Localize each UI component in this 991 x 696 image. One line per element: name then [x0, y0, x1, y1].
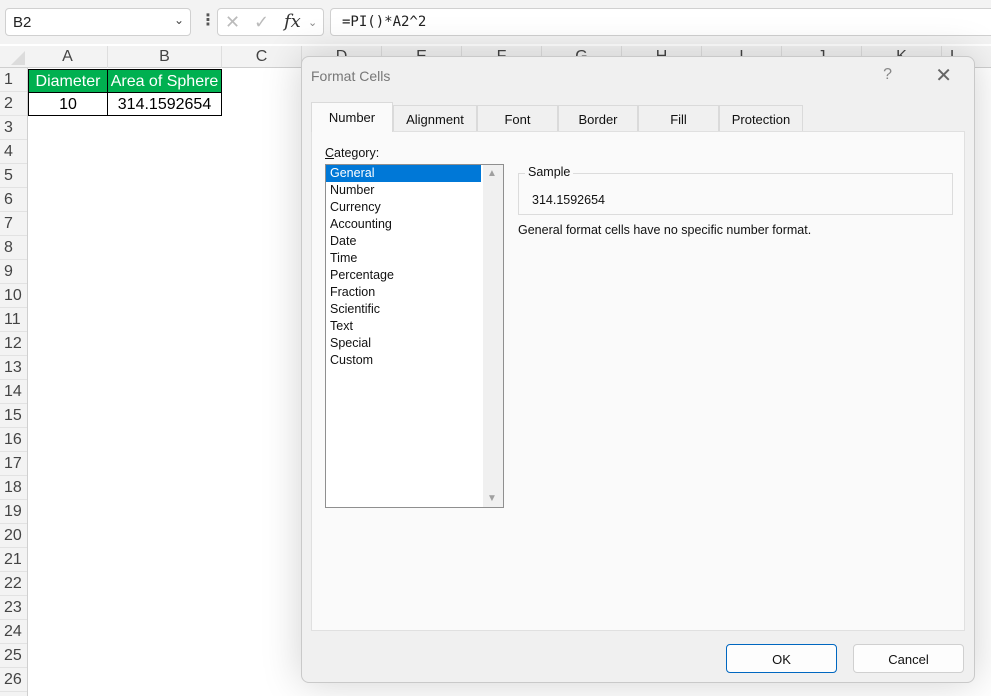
sample-value: 314.1592654	[532, 193, 605, 207]
row-header-24[interactable]: 24	[0, 620, 27, 644]
category-item-special[interactable]: Special	[326, 335, 481, 352]
row-header-16[interactable]: 16	[0, 428, 27, 452]
row-header-25[interactable]: 25	[0, 644, 27, 668]
cancel-entry-icon[interactable]: ✕	[225, 12, 240, 33]
cancel-button[interactable]: Cancel	[853, 644, 964, 673]
category-item-fraction[interactable]: Fraction	[326, 284, 481, 301]
name-box[interactable]: B2 ⌄	[5, 8, 191, 36]
category-scrollbar[interactable]: ▲ ▼	[483, 165, 503, 507]
category-item-currency[interactable]: Currency	[326, 199, 481, 216]
category-label: Category:	[325, 146, 379, 160]
name-box-value: B2	[13, 14, 32, 31]
row-header-23[interactable]: 23	[0, 596, 27, 620]
ok-button[interactable]: OK	[726, 644, 837, 673]
row-header-20[interactable]: 20	[0, 524, 27, 548]
formula-bar: B2 ⌄ ⋮ ✕ ✓ fx ⌄ =PI()*A2^2	[0, 0, 991, 44]
row-header-11[interactable]: 11	[0, 308, 27, 332]
row-header-1[interactable]: 1	[0, 68, 27, 92]
row-header-13[interactable]: 13	[0, 356, 27, 380]
tab-alignment[interactable]: Alignment	[393, 105, 477, 131]
category-item-date[interactable]: Date	[326, 233, 481, 250]
tab-number[interactable]: Number	[311, 102, 393, 132]
row-header-19[interactable]: 19	[0, 500, 27, 524]
format-cells-dialog: Format Cells ? ✕ Number Alignment Font B…	[301, 56, 975, 683]
row-header-21[interactable]: 21	[0, 548, 27, 572]
column-header-b[interactable]: B	[108, 46, 222, 68]
cell-a2[interactable]: 10	[28, 92, 108, 116]
category-label-text: ategory:	[334, 146, 380, 160]
row-header-7[interactable]: 7	[0, 212, 27, 236]
sample-group: Sample 314.1592654	[518, 165, 953, 215]
row-headers: 1 2 3 4 5 6 7 8 9 10 11 12 13 14 15 16 17 18 19 20 21 22 23 24 2…	[0, 68, 28, 696]
category-item-accounting[interactable]: Accounting	[326, 216, 481, 233]
format-description: General format cells have no specific nu…	[518, 223, 812, 237]
row-header-5[interactable]: 5	[0, 164, 27, 188]
tab-border[interactable]: Border	[558, 105, 638, 131]
category-listbox[interactable]: General Number Currency Accounting Date …	[325, 164, 504, 508]
row-header-17[interactable]: 17	[0, 452, 27, 476]
row-header-3[interactable]: 3	[0, 116, 27, 140]
category-label-accel: C	[325, 146, 335, 160]
row-header-14[interactable]: 14	[0, 380, 27, 404]
row-header-6[interactable]: 6	[0, 188, 27, 212]
help-icon[interactable]: ?	[883, 66, 892, 84]
category-item-percentage[interactable]: Percentage	[326, 267, 481, 284]
formula-input[interactable]: =PI()*A2^2	[330, 8, 991, 36]
row-header-8[interactable]: 8	[0, 236, 27, 260]
tab-fill[interactable]: Fill	[638, 105, 719, 131]
dialog-title: Format Cells	[311, 68, 391, 84]
chevron-down-icon[interactable]: ⌄	[174, 13, 184, 27]
row-header-9[interactable]: 9	[0, 260, 27, 284]
scroll-down-arrow-icon[interactable]: ▼	[487, 493, 497, 504]
category-item-time[interactable]: Time	[326, 250, 481, 267]
row-header-12[interactable]: 12	[0, 332, 27, 356]
formula-controls: ✕ ✓ fx ⌄	[217, 8, 324, 36]
category-item-general[interactable]: General	[326, 165, 481, 182]
row-header-10[interactable]: 10	[0, 284, 27, 308]
cell-b1[interactable]: Area of Sphere	[107, 69, 222, 93]
scroll-up-arrow-icon[interactable]: ▲	[487, 168, 497, 179]
cell-b2[interactable]: 314.1592654	[107, 92, 222, 116]
row-header-4[interactable]: 4	[0, 140, 27, 164]
confirm-entry-icon[interactable]: ✓	[254, 12, 269, 33]
category-item-number[interactable]: Number	[326, 182, 481, 199]
chevron-down-icon[interactable]: ⌄	[308, 16, 317, 29]
row-header-18[interactable]: 18	[0, 476, 27, 500]
close-icon[interactable]: ✕	[935, 63, 952, 88]
select-all-corner[interactable]	[0, 46, 28, 68]
category-item-custom[interactable]: Custom	[326, 352, 481, 369]
sample-label: Sample	[525, 165, 574, 179]
column-header-a[interactable]: A	[28, 46, 108, 68]
category-item-text[interactable]: Text	[326, 318, 481, 335]
row-header-26[interactable]: 26	[0, 668, 27, 692]
number-tab-panel: Category: General Number Currency Accoun…	[311, 131, 965, 631]
column-header-c[interactable]: C	[222, 46, 302, 68]
cell-a1[interactable]: Diameter	[28, 69, 108, 93]
tab-protection[interactable]: Protection	[719, 105, 803, 131]
category-item-scientific[interactable]: Scientific	[326, 301, 481, 318]
row-header-22[interactable]: 22	[0, 572, 27, 596]
row-header-15[interactable]: 15	[0, 404, 27, 428]
row-header-2[interactable]: 2	[0, 92, 27, 116]
more-options-icon[interactable]: ⋮	[200, 10, 216, 30]
insert-function-icon[interactable]: fx	[284, 11, 301, 32]
tab-font[interactable]: Font	[477, 105, 558, 131]
